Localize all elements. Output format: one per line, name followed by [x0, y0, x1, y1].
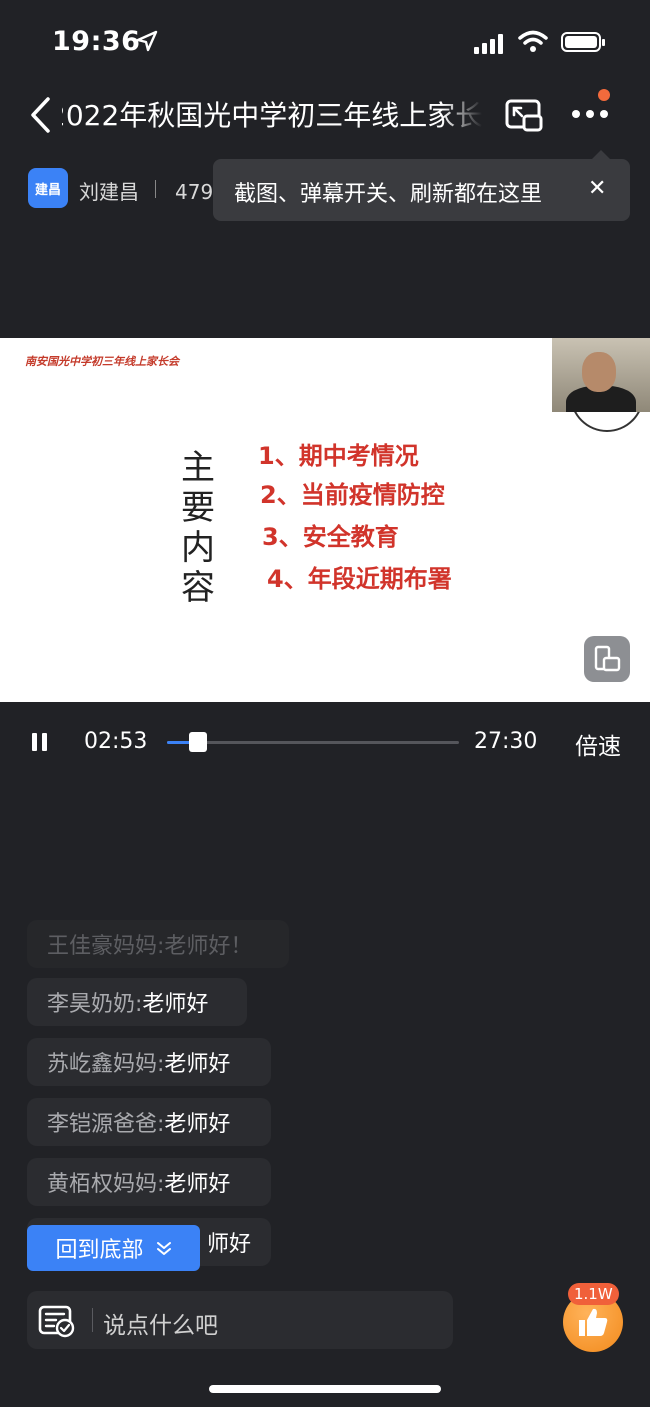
- pause-icon[interactable]: [30, 731, 50, 753]
- live-title: 2022年秋国光中学初三年线上家长会: [62, 99, 482, 132]
- status-time: 19:36: [52, 26, 141, 57]
- progress-track[interactable]: [167, 741, 459, 744]
- comment-item: 王佳豪妈妈: 老师好！: [27, 920, 289, 968]
- slide-item: 2、当前疫情防控: [260, 481, 445, 509]
- back-to-bottom-button[interactable]: 回到底部: [27, 1225, 200, 1271]
- live-title-container: 2022年秋国光中学初三年线上家长会: [62, 96, 482, 136]
- danmaku-toggle-icon[interactable]: [38, 1304, 76, 1338]
- comment-user: 李铠源爸爸:: [47, 1112, 165, 1137]
- slide-title-char: 容: [181, 568, 215, 608]
- slide-item: 3、安全教育: [262, 523, 399, 551]
- rotate-screen-button[interactable]: [584, 636, 630, 682]
- tooltip-close-button[interactable]: ✕: [588, 176, 606, 201]
- slide-vertical-title: 主 要 内 容: [178, 448, 218, 608]
- video-slide[interactable]: 南安国光中学初三年线上家长会 主 要 内 容 1、期中考情况 2、当前疫情防控 …: [0, 338, 650, 702]
- slide-item: 1、期中考情况: [258, 442, 419, 470]
- comment-message: 老师好！: [164, 934, 253, 959]
- like-count-badge: 1.1W: [568, 1283, 619, 1305]
- total-time: 27:30: [474, 729, 538, 754]
- comment-item: 李昊奶奶: 老师好: [27, 978, 247, 1026]
- notification-dot: [598, 89, 610, 101]
- comment-message: 老师好: [164, 1172, 231, 1197]
- comment-item: 黄栢权妈妈: 老师好: [27, 1158, 271, 1206]
- slide-item: 4、年段近期布署: [267, 565, 452, 593]
- host-name[interactable]: 刘建昌: [79, 176, 139, 205]
- comment-item: 苏屹鑫妈妈: 老师好: [27, 1038, 271, 1086]
- home-indicator: [209, 1385, 441, 1393]
- comment-user: 王佳豪妈妈:: [47, 934, 165, 959]
- host-avatar[interactable]: 建昌: [28, 168, 68, 208]
- signal-icon: [474, 32, 503, 54]
- comment-user: 苏屹鑫妈妈:: [47, 1052, 165, 1077]
- slide-title-char: 要: [181, 488, 215, 528]
- comment-message: 老师好: [164, 1052, 231, 1077]
- comment-message: 师好: [206, 1232, 251, 1257]
- input-separator: [92, 1308, 93, 1332]
- comment-input-placeholder[interactable]: 说点什么吧: [103, 1306, 218, 1340]
- comment-user: 黄栢权妈妈:: [47, 1172, 165, 1197]
- back-to-bottom-label: 回到底部: [55, 1238, 144, 1263]
- comment-message: 老师好: [164, 1112, 231, 1137]
- comment-message: 老师好: [142, 992, 209, 1017]
- comment-user: 李昊奶奶:: [47, 992, 143, 1017]
- presenter-webcam: [552, 338, 650, 412]
- current-time: 02:53: [84, 729, 148, 754]
- comment-input[interactable]: [27, 1291, 453, 1349]
- battery-icon: [561, 32, 605, 52]
- progress-knob[interactable]: [188, 732, 207, 752]
- speed-button[interactable]: 倍速: [575, 727, 621, 761]
- comment-item: 李铠源爸爸: 老师好: [27, 1098, 271, 1146]
- slide-title-char: 内: [181, 528, 215, 568]
- thumbs-up-icon: [579, 1308, 608, 1336]
- tooltip-text: 截图、弹幕开关、刷新都在这里: [234, 182, 543, 207]
- pip-icon[interactable]: [504, 98, 544, 134]
- location-arrow-icon: [136, 30, 158, 52]
- rotate-screen-icon: [594, 645, 621, 672]
- wifi-icon: [518, 30, 548, 52]
- back-icon[interactable]: [28, 96, 52, 134]
- slide-title-char: 主: [181, 448, 215, 488]
- host-divider: [155, 180, 156, 198]
- chevron-down-icon: [156, 1242, 171, 1255]
- slide-header: 南安国光中学初三年线上家长会: [25, 355, 179, 368]
- more-icon[interactable]: [571, 108, 609, 120]
